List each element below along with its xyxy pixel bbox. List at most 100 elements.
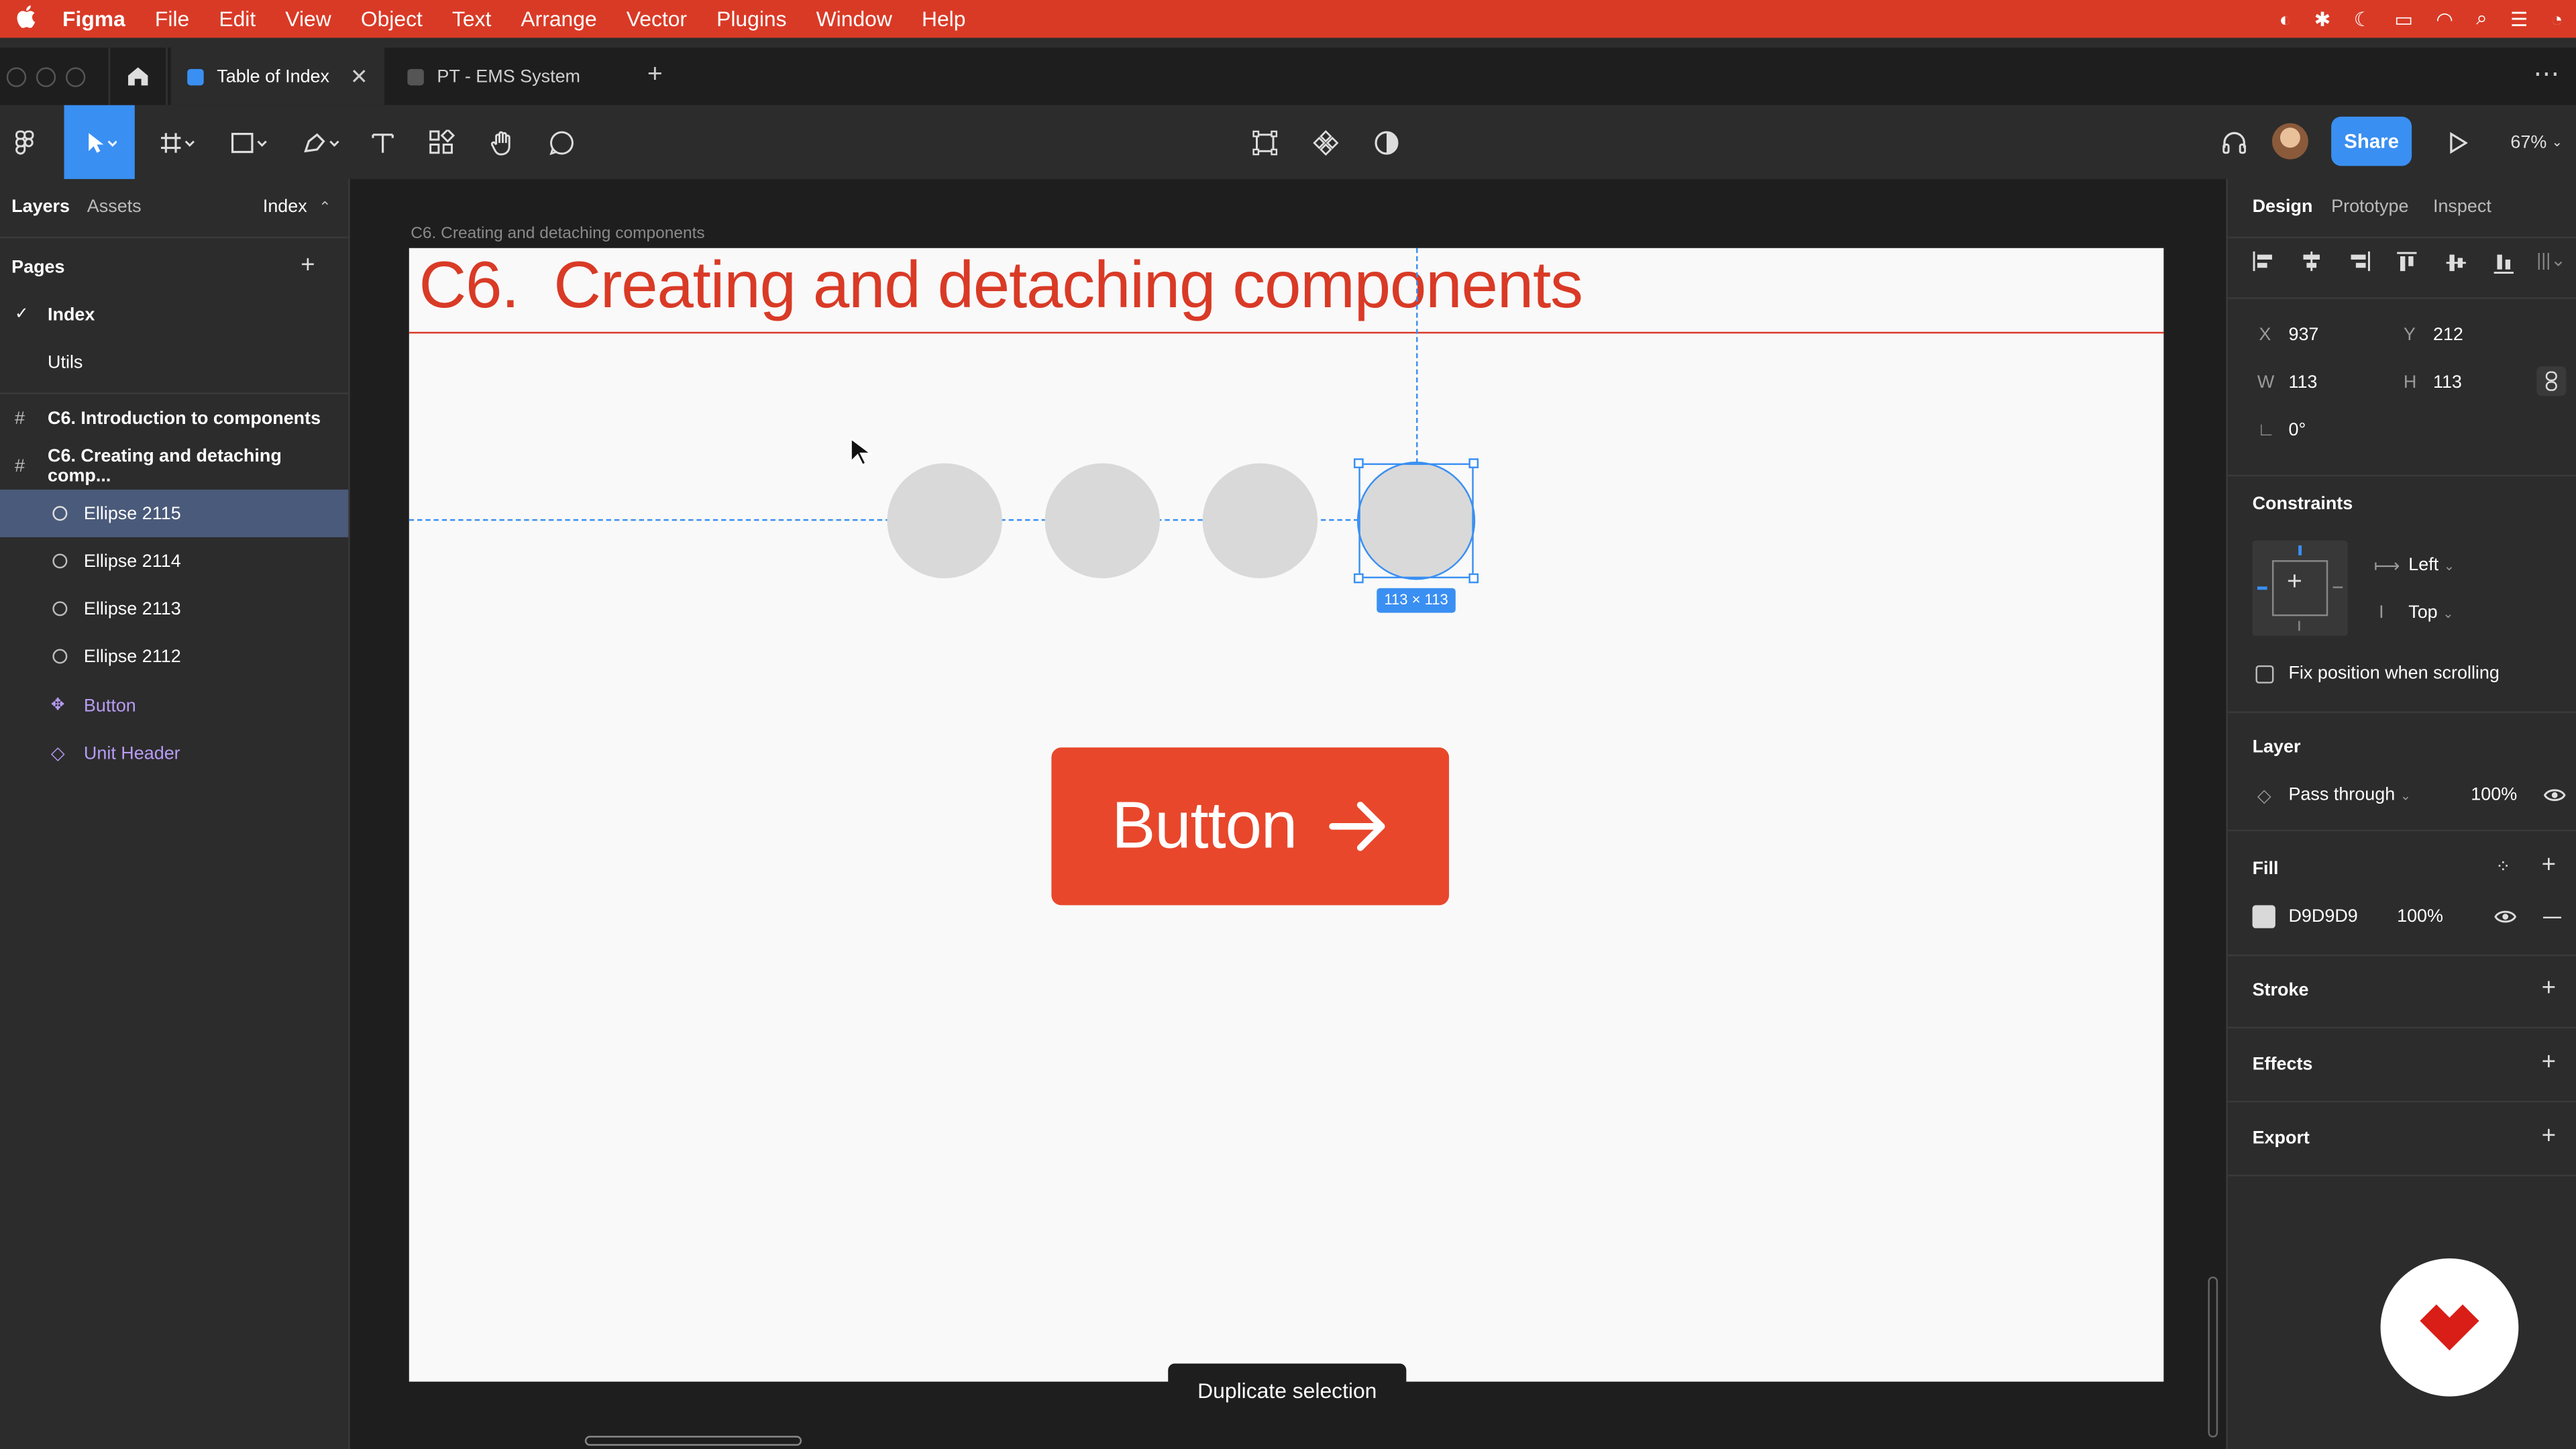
more-options-icon[interactable]: ⋯ — [2533, 58, 2559, 91]
bluetooth-icon[interactable]: ✱ — [2314, 7, 2331, 30]
page-item-utils[interactable]: Utils — [0, 338, 348, 386]
menu-text[interactable]: Text — [452, 7, 491, 32]
ellipse-2114[interactable] — [1202, 463, 1318, 579]
page-switcher[interactable]: Index ⌃ — [263, 197, 331, 217]
text-tool-icon[interactable] — [365, 105, 401, 179]
component-diamond-icon[interactable] — [1306, 105, 1346, 179]
do-not-disturb-moon-icon[interactable]: ☾ — [2354, 7, 2371, 30]
apple-menu-icon[interactable] — [16, 5, 36, 33]
layer-opacity-input[interactable]: 100% — [2471, 786, 2517, 805]
distribute-spacing-icon[interactable]: |||⌄ — [2536, 250, 2566, 271]
layer-frame-creating-detaching[interactable]: # C6. Creating and detaching comp... — [0, 442, 348, 490]
tab-layers[interactable]: Layers — [11, 197, 70, 217]
tab-close-icon[interactable]: ✕ — [350, 63, 368, 89]
wifi-icon[interactable]: ◠ — [2436, 7, 2453, 30]
button-component-instance[interactable]: Button — [1051, 747, 1450, 906]
tab-inspect[interactable]: Inspect — [2433, 197, 2491, 217]
window-close-icon[interactable] — [6, 67, 27, 87]
main-menu-figma-icon[interactable] — [0, 105, 49, 179]
brand-logo-badge[interactable] — [2380, 1258, 2519, 1397]
menu-edit[interactable]: Edit — [219, 7, 256, 32]
fill-color-swatch[interactable] — [2252, 905, 2275, 928]
align-right-icon[interactable] — [2348, 251, 2371, 276]
resize-handle-nw[interactable] — [1353, 458, 1364, 468]
constraint-top-active[interactable] — [2298, 545, 2302, 555]
window-maximize-icon[interactable] — [65, 67, 86, 87]
menu-arrange[interactable]: Arrange — [521, 7, 596, 32]
horizontal-scrollbar[interactable] — [584, 1436, 802, 1446]
fill-eye-visibility-icon[interactable] — [2494, 908, 2517, 930]
contrast-mask-icon[interactable] — [1367, 105, 1407, 179]
constrain-proportions-link-icon[interactable] — [2536, 366, 2567, 396]
frame-tool-icon[interactable] — [148, 105, 207, 179]
layer-frame-introduction[interactable]: # C6. Introduction to components — [0, 394, 348, 442]
menu-help[interactable]: Help — [922, 7, 966, 32]
vertical-scrollbar[interactable] — [2208, 1276, 2218, 1438]
ellipse-2113[interactable] — [1044, 463, 1160, 579]
width-input[interactable]: 113 — [2288, 373, 2317, 392]
pen-tool-icon[interactable] — [292, 105, 352, 179]
vertical-constraint-select[interactable]: Top ⌄ — [2408, 603, 2453, 623]
eye-visibility-icon[interactable] — [2543, 787, 2566, 808]
horizontal-constraint-select[interactable]: Left ⌄ — [2408, 555, 2455, 575]
layer-ellipse-2115[interactable]: Ellipse 2115 — [0, 489, 349, 537]
app-menu-figma[interactable]: Figma — [62, 7, 125, 32]
constraint-right[interactable] — [2332, 586, 2343, 588]
menu-window[interactable]: Window — [816, 7, 892, 32]
resources-tool-icon[interactable] — [424, 105, 460, 179]
align-horizontal-center-icon[interactable] — [2300, 251, 2323, 276]
layer-button-instance[interactable]: ✥ Button — [0, 682, 348, 729]
fix-position-checkbox[interactable] — [2255, 665, 2274, 684]
avatar[interactable] — [2271, 123, 2308, 160]
menu-file[interactable]: File — [155, 7, 189, 32]
constraint-bottom[interactable] — [2298, 621, 2300, 631]
fix-position-label[interactable]: Fix position when scrolling — [2288, 663, 2499, 683]
window-minimize-icon[interactable] — [36, 67, 56, 87]
resize-handle-ne[interactable] — [1468, 458, 1479, 468]
frame-creating-detaching[interactable]: C6. Creating and detaching components 11… — [409, 248, 2164, 1382]
canvas[interactable]: C6. Creating and detaching components C6… — [350, 178, 2226, 1449]
layer-ellipse-2112[interactable]: Ellipse 2112 — [0, 633, 348, 680]
new-tab-plus-icon[interactable]: + — [647, 61, 663, 91]
menu-plugins[interactable]: Plugins — [716, 7, 786, 32]
frame-name-label[interactable]: C6. Creating and detaching components — [411, 225, 704, 244]
add-page-plus-icon[interactable]: + — [301, 252, 315, 280]
audio-headphones-icon[interactable] — [2214, 105, 2254, 179]
rotation-input[interactable]: 0° — [2288, 421, 2306, 440]
fill-opacity-input[interactable]: 100% — [2397, 907, 2443, 926]
screen-share-icon[interactable]: ◐ — [2279, 7, 2292, 30]
layer-unit-header-instance[interactable]: ◇ Unit Header — [0, 729, 348, 777]
align-vertical-center-icon[interactable] — [2446, 252, 2466, 280]
y-input[interactable]: 212 — [2433, 325, 2463, 345]
fill-hex-input[interactable]: D9D9D9 — [2288, 907, 2357, 926]
tab-assets[interactable]: Assets — [87, 197, 142, 217]
layer-ellipse-2114[interactable]: Ellipse 2114 — [0, 537, 348, 585]
spotlight-search-icon[interactable]: ⌕ — [2476, 7, 2487, 32]
page-item-index[interactable]: ✓ Index — [0, 290, 348, 338]
menu-object[interactable]: Object — [361, 7, 423, 32]
siri-icon[interactable]: ◔ — [2551, 7, 2563, 30]
zoom-dropdown[interactable]: 67% ⌄ — [2504, 105, 2569, 179]
blend-mode-select[interactable]: Pass through ⌄ — [2288, 786, 2411, 805]
present-play-icon[interactable] — [2438, 105, 2477, 179]
ellipse-2112[interactable] — [887, 463, 1002, 579]
resize-handle-se[interactable] — [1468, 573, 1479, 584]
home-icon[interactable] — [108, 48, 168, 105]
menu-view[interactable]: View — [285, 7, 331, 32]
tab-prototype[interactable]: Prototype — [2331, 197, 2408, 217]
tab-pt-ems-system[interactable]: PT - EMS System — [391, 48, 631, 105]
resize-handle-sw[interactable] — [1353, 573, 1364, 584]
battery-icon[interactable]: ▭ — [2394, 7, 2413, 30]
fill-styles-grid-icon[interactable]: ⁘ — [2496, 856, 2511, 877]
align-left-icon[interactable] — [2253, 251, 2275, 276]
shape-tool-rectangle-icon[interactable] — [220, 105, 279, 179]
menu-vector[interactable]: Vector — [627, 7, 687, 32]
height-input[interactable]: 113 — [2433, 373, 2462, 392]
tab-design[interactable]: Design — [2253, 197, 2313, 217]
align-bottom-icon[interactable] — [2493, 252, 2514, 280]
x-input[interactable]: 937 — [2288, 325, 2318, 345]
comment-tool-icon[interactable] — [542, 105, 582, 179]
hand-tool-icon[interactable] — [483, 105, 523, 179]
constraints-widget[interactable]: + — [2252, 540, 2348, 636]
create-component-icon[interactable] — [1245, 105, 1285, 179]
